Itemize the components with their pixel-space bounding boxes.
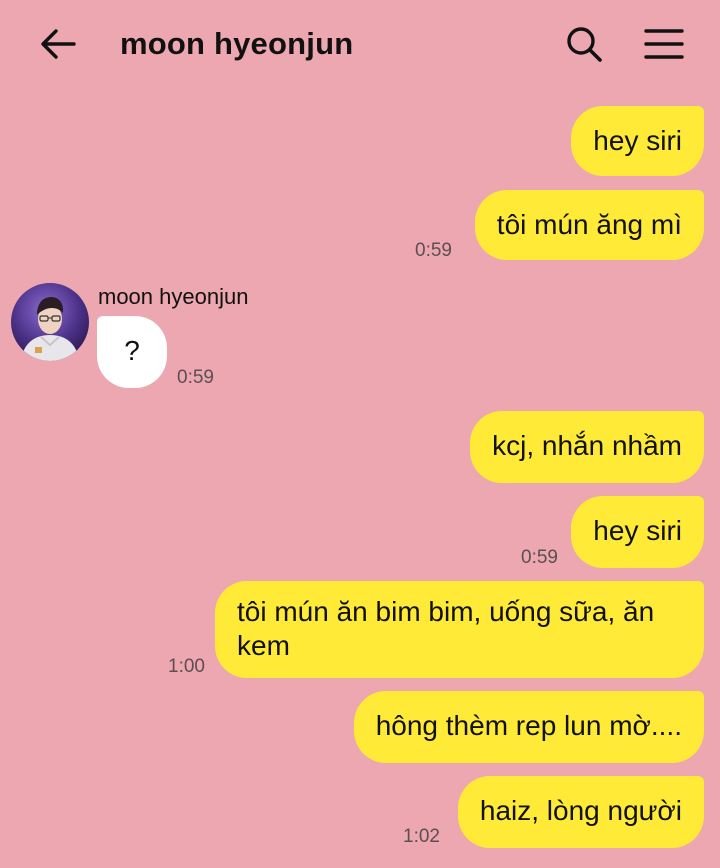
search-button[interactable] (562, 22, 606, 66)
outgoing-message-bubble[interactable]: kcj, nhắn nhầm (470, 411, 704, 483)
outgoing-message-bubble[interactable]: hey siri (571, 496, 704, 568)
incoming-message-bubble[interactable]: ? (97, 316, 167, 388)
search-icon (567, 27, 602, 62)
chat-title: moon hyeonjun (120, 26, 354, 61)
chat-header: moon hyeonjun (0, 0, 720, 88)
outgoing-message-bubble[interactable]: haiz, lòng người (457, 776, 704, 848)
hamburger-menu-icon (644, 29, 684, 59)
sender-name: moon hyeonjun (98, 284, 249, 309)
message-timestamp: 0:59 (521, 547, 558, 568)
message-timestamp: 1:00 (168, 656, 205, 677)
menu-button[interactable] (640, 22, 688, 66)
avatar-photo (11, 283, 89, 361)
message-timestamp: 0:59 (415, 240, 452, 261)
outgoing-message-bubble[interactable]: hey siri (571, 106, 704, 176)
outgoing-message-bubble[interactable]: tôi mún ăng mì (474, 190, 704, 260)
outgoing-message-bubble[interactable]: hông thèm rep lun mờ.... (353, 691, 704, 763)
back-button[interactable] (36, 22, 80, 66)
avatar[interactable] (11, 283, 89, 361)
message-timestamp: 0:59 (177, 367, 214, 388)
outgoing-message-bubble[interactable]: tôi mún ăn bim bim, uống sữa, ăn kem (215, 581, 704, 678)
message-timestamp: 1:02 (403, 826, 440, 847)
arrow-left-icon (41, 29, 76, 59)
